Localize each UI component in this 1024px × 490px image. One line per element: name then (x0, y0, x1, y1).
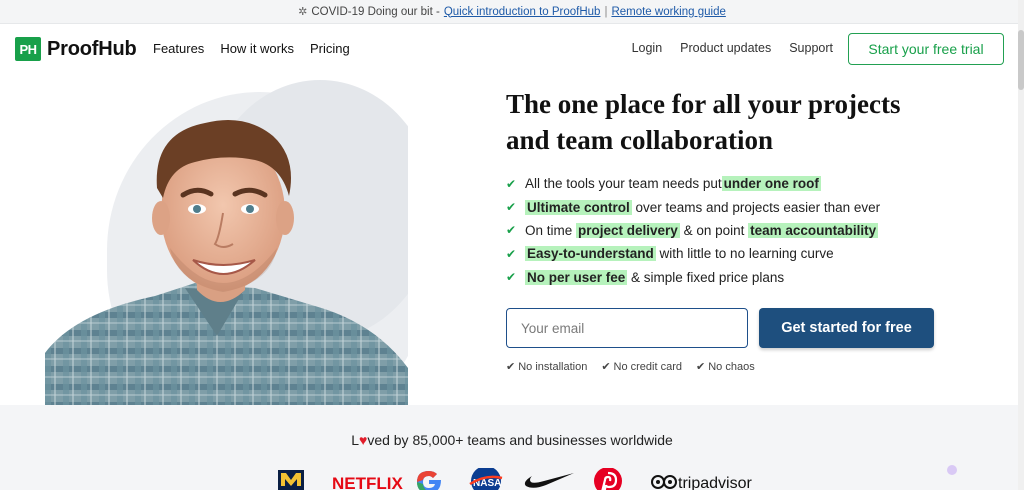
check-icon: ✔ (506, 361, 516, 373)
feature-item: ✔ No per user fee & simple fixed price p… (506, 266, 880, 289)
nav-login[interactable]: Login (632, 41, 663, 55)
feature-text: All the tools your team needs put (525, 176, 722, 192)
loved-text-prefix: L (351, 432, 359, 448)
nav-how-it-works[interactable]: How it works (220, 41, 294, 56)
secondary-nav: Login Product updates Support (632, 41, 833, 55)
feature-list: ✔ All the tools your team needs put unde… (506, 172, 880, 289)
person-illustration (45, 119, 408, 405)
feature-text: with little to no learning curve (655, 246, 834, 262)
feature-highlight: Ultimate control (525, 199, 632, 215)
feature-highlight: project delivery (576, 222, 680, 238)
logo-text: ProofHub (47, 37, 137, 60)
feature-item: ✔ All the tools your team needs put unde… (506, 172, 880, 195)
nav-features[interactable]: Features (153, 41, 204, 56)
hero-person-image (45, 78, 408, 405)
scrollbar-thumb[interactable] (1018, 30, 1024, 90)
assurance-no-chaos: ✔ No chaos (696, 360, 755, 373)
feature-item: ✔ Easy-to-understand with little to no l… (506, 242, 880, 265)
nav-pricing[interactable]: Pricing (310, 41, 350, 56)
announcement-text: COVID-19 Doing our bit - (311, 5, 440, 18)
chat-widget-dot[interactable] (947, 465, 957, 475)
feature-text: On time (525, 222, 577, 238)
nike-logo (524, 473, 574, 488)
logo-strip: NETFLIX NASA tripadvisor (278, 468, 752, 490)
check-icon: ✔ (506, 176, 517, 191)
tripadvisor-logo: tripadvisor (651, 475, 752, 490)
hero-headline: The one place for all your projects and … (506, 86, 986, 158)
logo-mark: PH (15, 37, 41, 61)
check-icon: ✔ (506, 246, 517, 261)
check-icon: ✔ (506, 270, 517, 285)
nasa-logo: NASA (469, 468, 503, 490)
check-icon: ✔ (601, 361, 611, 373)
announcement-separator: | (604, 5, 608, 18)
loved-text-suffix: ved by 85,000+ teams and businesses worl… (367, 432, 673, 448)
nav-support[interactable]: Support (789, 41, 833, 55)
assurance-label: No installation (518, 361, 588, 373)
assurance-no-installation: ✔ No installation (506, 360, 587, 373)
assurance-label: No credit card (613, 361, 683, 373)
pinterest-logo (594, 468, 622, 490)
scrollbar[interactable] (1018, 0, 1024, 490)
customer-logos: NETFLIX NASA tripadvisor (278, 468, 978, 490)
feature-text: & on point (679, 222, 749, 238)
svg-text:tripadvisor: tripadvisor (678, 475, 752, 490)
check-icon: ✔ (506, 223, 517, 238)
email-input[interactable] (506, 308, 748, 348)
intro-link[interactable]: Quick introduction to ProofHub (444, 6, 601, 18)
get-started-button[interactable]: Get started for free (759, 308, 934, 348)
top-navigation: PH ProofHub Features How it works Pricin… (0, 24, 1024, 74)
social-proof-heading: L♥ved by 85,000+ teams and businesses wo… (0, 432, 1024, 448)
feature-item: ✔ Ultimate control over teams and projec… (506, 195, 880, 218)
nav-product-updates[interactable]: Product updates (680, 41, 771, 55)
google-logo (417, 471, 441, 490)
logo[interactable]: PH ProofHub (15, 37, 137, 61)
feature-highlight: team accountability (748, 222, 879, 238)
feature-highlight: Easy-to-understand (525, 246, 656, 262)
signup-assurances: ✔ No installation ✔ No credit card ✔ No cha… (506, 360, 755, 373)
feature-highlight: under one roof (721, 176, 821, 192)
check-icon: ✔ (506, 200, 517, 215)
gear-icon: ✲ (298, 6, 308, 18)
feature-highlight: No per user fee (525, 269, 628, 285)
feature-text: & simple fixed price plans (627, 269, 785, 285)
headline-line-1: The one place for all your projects (506, 89, 901, 119)
netflix-logo: NETFLIX (332, 474, 403, 490)
check-icon: ✔ (696, 361, 706, 373)
primary-nav: Features How it works Pricing (153, 41, 350, 56)
michigan-logo (278, 470, 304, 490)
feature-text: over teams and projects easier than ever (631, 199, 881, 215)
assurance-label: No chaos (708, 361, 755, 373)
announcement-bar: ✲ COVID-19 Doing our bit - Quick introdu… (0, 0, 1024, 24)
remote-guide-link[interactable]: Remote working guide (611, 6, 725, 18)
assurance-no-credit-card: ✔ No credit card (601, 360, 682, 373)
start-free-trial-button[interactable]: Start your free trial (848, 33, 1004, 65)
headline-line-2: and team collaboration (506, 125, 773, 155)
feature-item: ✔ On time project delivery & on point te… (506, 219, 880, 242)
